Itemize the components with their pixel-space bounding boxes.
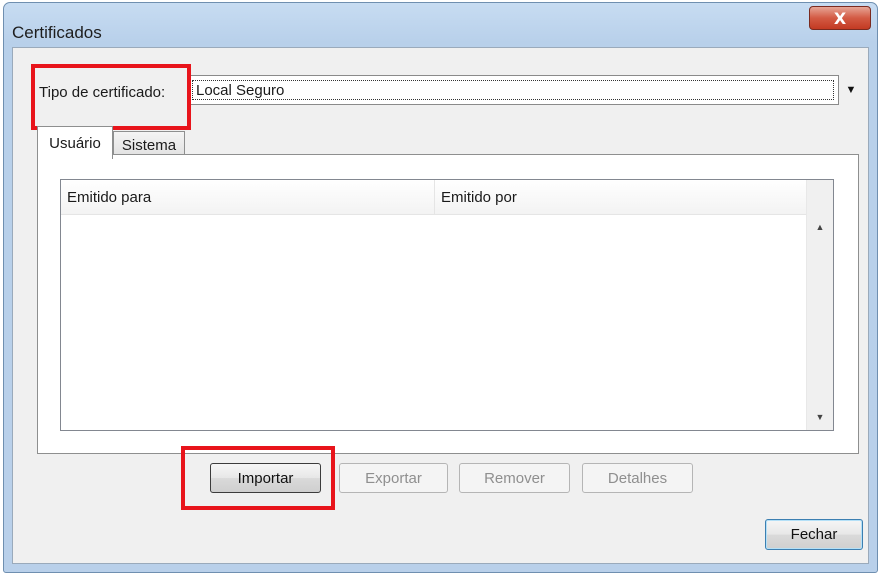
scroll-up-icon[interactable]: ▲ [807, 216, 833, 238]
column-header-emitido-por[interactable]: Emitido por [435, 180, 807, 214]
close-icon: X [833, 8, 847, 28]
title-bar[interactable]: Certificados X [4, 3, 877, 47]
dialog-body: Tipo de certificado: Local Seguro ▼ Usuá… [12, 47, 869, 564]
chevron-down-icon[interactable]: ▼ [841, 76, 861, 104]
list-header: Emitido para Emitido por [61, 180, 807, 215]
certificate-list[interactable]: Emitido para Emitido por ▲ ▼ [60, 179, 834, 431]
vertical-scrollbar[interactable]: ▲ ▼ [806, 180, 833, 430]
close-dialog-button-label: Fechar [790, 526, 838, 543]
highlight-import-button [181, 446, 335, 510]
details-button[interactable]: Detalhes [582, 463, 693, 493]
tab-usuario-label: Usuário [49, 134, 101, 152]
certificate-type-select[interactable]: Local Seguro [187, 75, 839, 105]
remove-button-label: Remover [484, 469, 545, 487]
export-button-label: Exportar [365, 469, 422, 487]
tab-panel: Emitido para Emitido por ▲ ▼ [37, 154, 859, 454]
remove-button[interactable]: Remover [459, 463, 570, 493]
tab-sistema-label: Sistema [121, 136, 177, 154]
certificate-type-value: Local Seguro [192, 80, 834, 100]
highlight-certificate-type [31, 64, 191, 130]
close-button[interactable]: X [809, 6, 871, 30]
scroll-down-icon[interactable]: ▼ [807, 406, 833, 428]
window-title: Certificados [12, 23, 102, 42]
close-dialog-button[interactable]: Fechar [765, 519, 863, 550]
certificates-dialog: Certificados X Tipo de certificado: Loca… [3, 2, 878, 573]
column-header-emitido-para[interactable]: Emitido para [61, 180, 435, 214]
export-button[interactable]: Exportar [339, 463, 448, 493]
details-button-label: Detalhes [607, 469, 668, 487]
tab-usuario[interactable]: Usuário [37, 126, 113, 159]
